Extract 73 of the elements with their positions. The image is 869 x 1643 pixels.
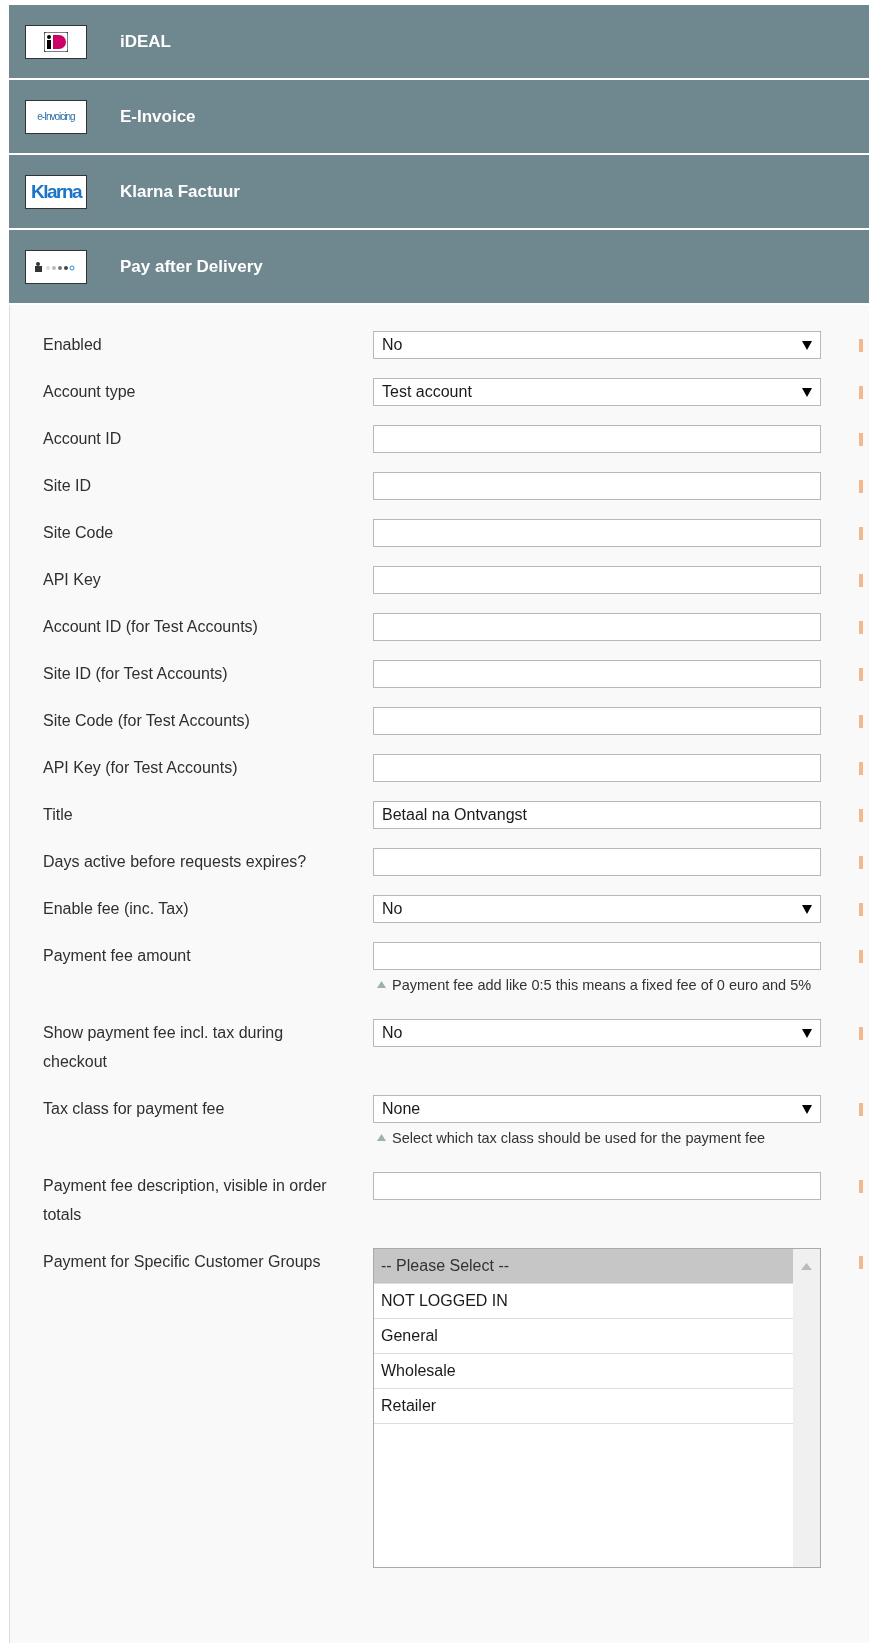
input-field[interactable]: [373, 425, 821, 453]
field-label: Account ID: [43, 429, 123, 449]
field-label: Payment fee amount: [43, 946, 192, 966]
people-dots-logo-icon: [25, 249, 87, 284]
triangle-icon: [377, 981, 386, 988]
field-note: Select which tax class should be used for the payment fee: [392, 1129, 766, 1148]
scope-marker: [859, 574, 863, 587]
scope-marker: [859, 809, 863, 822]
input-field[interactable]: [373, 566, 821, 594]
list-option[interactable]: General: [374, 1319, 793, 1354]
scope-marker: [859, 762, 863, 775]
field-label: Payment fee description, visible in order totals: [43, 1176, 328, 1225]
scope-marker: [859, 1103, 863, 1116]
scope-marker: [859, 433, 863, 446]
e-invoicing-logo: e-Invoicing: [25, 99, 87, 134]
ideal-logo-icon: [25, 24, 87, 59]
klarna-logo: Klarna: [25, 174, 87, 209]
field-label: Payment for Specific Customer Groups: [43, 1252, 322, 1272]
field-label: Show payment fee incl. tax during checkout: [43, 1023, 285, 1072]
section-header[interactable]: iDEAL: [9, 5, 869, 80]
section-header[interactable]: Pay after Delivery: [9, 230, 869, 305]
scope-marker: [859, 1256, 863, 1269]
section-header[interactable]: e-Invoicing E-Invoice: [9, 80, 869, 155]
field-label: Site Code (for Test Accounts): [43, 711, 251, 731]
field-note: Payment fee add like 0:5 this means a fixed fee of 0 euro and 5%: [392, 976, 812, 995]
scrollbar[interactable]: [793, 1249, 820, 1567]
scope-marker: [859, 527, 863, 540]
select-field[interactable]: No: [373, 1019, 821, 1047]
scope-marker: [859, 480, 863, 493]
scope-marker: [859, 339, 863, 352]
scope-marker: [859, 715, 863, 728]
field-label: Account ID (for Test Accounts): [43, 617, 259, 637]
section-header[interactable]: Klarna Klarna Factuur: [9, 155, 869, 230]
field-label: Site Code: [43, 523, 115, 543]
list-option[interactable]: NOT LOGGED IN: [374, 1284, 793, 1319]
field-label: Title: [43, 805, 74, 825]
multiselect-list[interactable]: -- Please Select -- NOT LOGGED IN General Wholesale Retailer: [373, 1248, 821, 1568]
input-field[interactable]: [373, 942, 821, 970]
field-label: Site ID: [43, 476, 92, 496]
scope-marker: [859, 668, 863, 681]
input-field[interactable]: [373, 707, 821, 735]
select-field[interactable]: No: [373, 331, 821, 359]
input-field[interactable]: [373, 472, 821, 500]
input-field[interactable]: [373, 519, 821, 547]
select-field[interactable]: No: [373, 895, 821, 923]
input-field[interactable]: Betaal na Ontvangst: [373, 801, 821, 829]
field-label: Days active before requests expires?: [43, 852, 308, 872]
scope-marker: [859, 950, 863, 963]
field-label: Site ID (for Test Accounts): [43, 664, 229, 684]
list-option[interactable]: Retailer: [374, 1389, 793, 1424]
field-label: Account type: [43, 382, 137, 402]
select-field[interactable]: None: [373, 1095, 821, 1123]
scope-marker: [859, 856, 863, 869]
field-label: Tax class for payment fee: [43, 1099, 226, 1119]
scope-marker: [859, 1027, 863, 1040]
scroll-up-icon[interactable]: [801, 1263, 812, 1270]
scope-marker: [859, 386, 863, 399]
field-label: API Key (for Test Accounts): [43, 758, 239, 778]
list-option[interactable]: -- Please Select --: [374, 1249, 793, 1284]
triangle-icon: [377, 1134, 386, 1141]
list-option[interactable]: Wholesale: [374, 1354, 793, 1389]
input-field[interactable]: [373, 613, 821, 641]
input-field[interactable]: [373, 754, 821, 782]
scope-marker: [859, 1180, 863, 1193]
field-label: Enabled: [43, 335, 103, 355]
input-field[interactable]: [373, 848, 821, 876]
select-field[interactable]: Test account: [373, 378, 821, 406]
scope-marker: [859, 903, 863, 916]
input-field[interactable]: [373, 660, 821, 688]
input-field[interactable]: [373, 1172, 821, 1200]
field-label: API Key: [43, 570, 102, 590]
scope-marker: [859, 621, 863, 634]
field-label: Enable fee (inc. Tax): [43, 899, 190, 919]
